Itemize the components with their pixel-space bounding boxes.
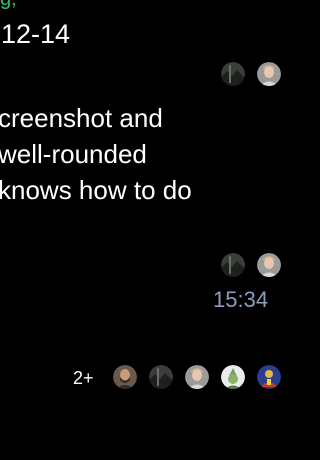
participant-avatar-dark[interactable] [149, 365, 173, 389]
read-receipt-avatar-dark[interactable] [221, 62, 245, 86]
message-line: knows how to do [0, 175, 192, 205]
message-text: creenshot and well-rounded knows how to … [0, 100, 192, 208]
message-line: creenshot and [0, 103, 163, 133]
message-timestamp: 15:34 [213, 287, 269, 312]
date-label: 12-14 [1, 19, 71, 49]
participant-avatar-alien[interactable] [221, 365, 245, 389]
read-receipt-avatar-person[interactable] [257, 62, 281, 86]
participant-avatar-colorful[interactable] [257, 365, 281, 389]
participant-avatar-person[interactable] [185, 365, 209, 389]
top-cut-off-text: g, [0, 0, 17, 11]
chat-view: g, 12-14 creenshot and well-rounded know… [0, 0, 305, 460]
more-participants-count[interactable]: 2+ [73, 368, 94, 389]
read-receipt-avatar-person[interactable] [257, 253, 281, 277]
read-receipt-avatar-dark[interactable] [221, 253, 245, 277]
message-line: well-rounded [0, 139, 147, 169]
participant-avatar-bearded-man[interactable] [113, 365, 137, 389]
